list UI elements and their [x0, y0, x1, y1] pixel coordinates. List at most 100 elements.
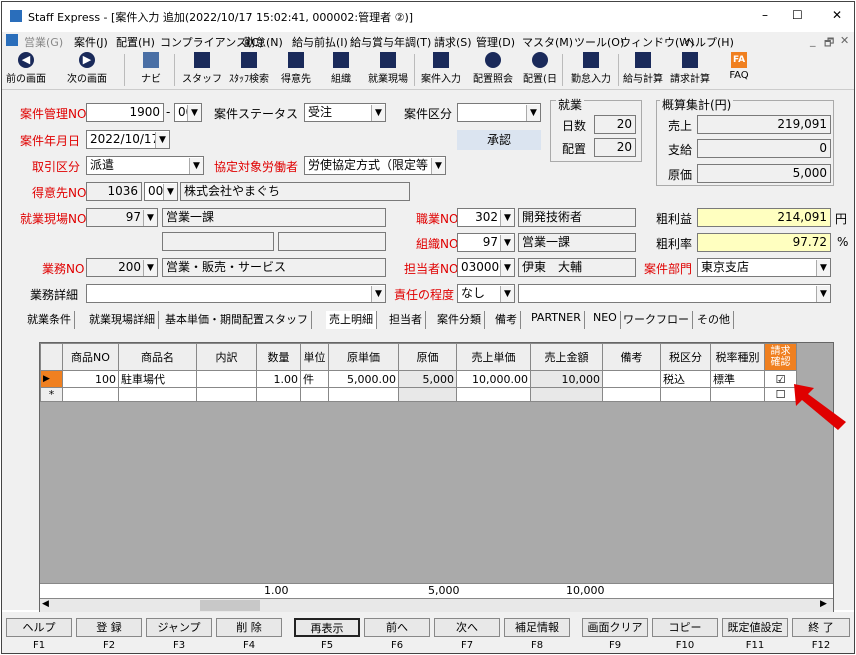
default-settings-button[interactable]: 既定値設定 — [722, 618, 788, 637]
case-sub-select[interactable]: 000▼ — [174, 103, 202, 122]
resp-detail-select[interactable]: ▼ — [518, 284, 831, 303]
staff-button[interactable]: スタッフ — [182, 52, 222, 88]
menu-item[interactable]: 請求(S) — [434, 34, 472, 50]
scroll-thumb[interactable] — [200, 600, 260, 611]
tab-sales-detail[interactable]: 売上明細 — [326, 311, 377, 329]
faq-button[interactable]: FA FAQ — [724, 52, 754, 88]
payroll-button[interactable]: 給与計算 — [622, 52, 664, 88]
cell[interactable] — [710, 387, 765, 402]
duty-no-select[interactable]: 200 ▼ — [86, 258, 158, 277]
cell[interactable] — [300, 387, 329, 402]
tab-neo[interactable]: NEO — [590, 311, 621, 329]
placement-query-button[interactable]: 配置照会 — [470, 52, 516, 88]
menu-item[interactable]: 案件(J) — [74, 34, 108, 50]
cell[interactable] — [256, 387, 301, 402]
cell[interactable] — [660, 387, 711, 402]
tab-workflow[interactable]: ワークフロー — [620, 311, 693, 329]
cell[interactable]: 5,000 — [398, 370, 457, 388]
case-type-select[interactable]: ▼ — [457, 103, 541, 122]
menu-item[interactable]: ヘルプ(H) — [684, 34, 734, 50]
work-site-button[interactable]: 就業現場 — [364, 52, 412, 88]
resp-select[interactable]: なし ▼ — [457, 284, 515, 303]
scroll-right-icon[interactable]: ▶ — [820, 599, 827, 609]
org-no-select[interactable]: 97 ▼ — [457, 233, 515, 252]
cell[interactable] — [456, 387, 531, 402]
close-button[interactable]: ✕ — [832, 8, 842, 22]
cell[interactable]: 標準 — [710, 370, 765, 388]
customer-sub-select[interactable]: 000 ▼ — [144, 182, 178, 201]
navi-button[interactable]: ナビ — [138, 52, 164, 88]
placement-day-button[interactable]: 配置(日 — [520, 52, 560, 88]
dept-select[interactable]: 東京支店 ▼ — [697, 258, 831, 277]
menu-item[interactable]: 管理(D) — [476, 34, 515, 50]
attendance-button[interactable]: 勤怠入力 — [568, 52, 614, 88]
agreement-select[interactable]: 労使協定方式（限定等 ▼ — [304, 156, 446, 175]
case-no-field[interactable]: 1900 — [86, 103, 164, 122]
cell[interactable]: 駐車場代 — [118, 370, 197, 388]
cell[interactable] — [62, 387, 119, 402]
delete-button[interactable]: 削 除 — [216, 618, 282, 637]
tab-case-class[interactable]: 案件分類 — [434, 311, 485, 329]
customer-no-field[interactable]: 1036 — [86, 182, 142, 201]
prev-button[interactable]: 前へ — [364, 618, 430, 637]
cell[interactable]: 1.00 — [256, 370, 301, 388]
cell[interactable] — [398, 387, 457, 402]
menu-item[interactable]: 配置(H) — [116, 34, 155, 50]
duty-detail-select[interactable]: ▼ — [86, 284, 386, 303]
jump-button[interactable]: ジャンプ — [146, 618, 212, 637]
menu-item[interactable]: 勤怠(N) — [244, 34, 283, 50]
tab-work-conditions[interactable]: 就業条件 — [24, 311, 75, 329]
cell[interactable]: 5,000.00 — [328, 370, 399, 388]
cell[interactable]: 件 — [300, 370, 329, 388]
cell[interactable] — [602, 387, 661, 402]
trade-type-select[interactable]: 派遣 ▼ — [86, 156, 204, 175]
menu-item[interactable]: マスタ(M) — [522, 34, 573, 50]
menu-item[interactable]: 給与賞与年調(T) — [350, 34, 431, 50]
site-no-select[interactable]: 97 ▼ — [86, 208, 158, 227]
next-button[interactable]: 次へ — [434, 618, 500, 637]
menu-item[interactable]: 給与前払(I) — [292, 34, 348, 50]
prev-screen-button[interactable]: ◀ 前の画面 — [6, 52, 46, 88]
tab-person[interactable]: 担当者 — [386, 311, 426, 329]
staff-search-button[interactable]: ｽﾀｯﾌ検索 — [224, 52, 274, 88]
help-button[interactable]: ヘルプ — [6, 618, 72, 637]
case-date-field[interactable]: 2022/10/17 ▼ — [86, 130, 170, 149]
copy-button[interactable]: コピー — [652, 618, 718, 637]
customer-button[interactable]: 得意先 — [278, 52, 314, 88]
cell[interactable] — [118, 387, 197, 402]
cell[interactable]: 100 — [62, 370, 119, 388]
inner-close[interactable]: ✕ — [840, 34, 849, 47]
tab-unit-price[interactable]: 基本単価・期間配置スタッフ — [162, 311, 312, 329]
menu-item[interactable]: ツール(O) — [574, 34, 624, 50]
billing-calc-button[interactable]: 請求計算 — [668, 52, 712, 88]
cell[interactable] — [196, 370, 257, 388]
cell[interactable] — [196, 387, 257, 402]
case-status-select[interactable]: 受注 ▼ — [304, 103, 386, 122]
tab-other[interactable]: その他 — [694, 311, 734, 329]
staff-no-select[interactable]: 030000 ▼ — [457, 258, 515, 277]
cell[interactable] — [602, 370, 661, 388]
refresh-button[interactable]: 再表示 — [294, 618, 360, 637]
tab-partner[interactable]: PARTNER — [528, 311, 585, 329]
tab-notes[interactable]: 備考 — [492, 311, 521, 329]
scroll-left-icon[interactable]: ◀ — [42, 599, 49, 609]
next-screen-button[interactable]: ▶ 次の画面 — [62, 52, 112, 88]
maximize-button[interactable]: ☐ — [792, 8, 803, 22]
register-button[interactable]: 登 録 — [76, 618, 142, 637]
cell[interactable]: 10,000.00 — [456, 370, 531, 388]
exit-button[interactable]: 終 了 — [792, 618, 850, 637]
horizontal-scrollbar[interactable]: ◀ ▶ — [40, 598, 833, 612]
cell[interactable]: 税込 — [660, 370, 711, 388]
inner-minimize[interactable]: _ — [810, 34, 816, 47]
cell[interactable]: 10,000 — [530, 370, 603, 388]
table-row[interactable]: ▶ 100 駐車場代 1.00 件 5,000.00 5,000 10,000.… — [40, 370, 797, 388]
case-entry-button[interactable]: 案件入力 — [418, 52, 464, 88]
minimize-button[interactable]: – — [762, 8, 768, 22]
supplement-button[interactable]: 補足情報 — [504, 618, 570, 637]
cell[interactable] — [530, 387, 603, 402]
job-no-select[interactable]: 302 ▼ — [457, 208, 515, 227]
org-button[interactable]: 組織 — [326, 52, 356, 88]
menu-item[interactable]: 営業(G) — [24, 34, 63, 50]
table-row-new[interactable]: * ☐ — [40, 387, 797, 402]
clear-screen-button[interactable]: 画面クリア — [582, 618, 648, 637]
